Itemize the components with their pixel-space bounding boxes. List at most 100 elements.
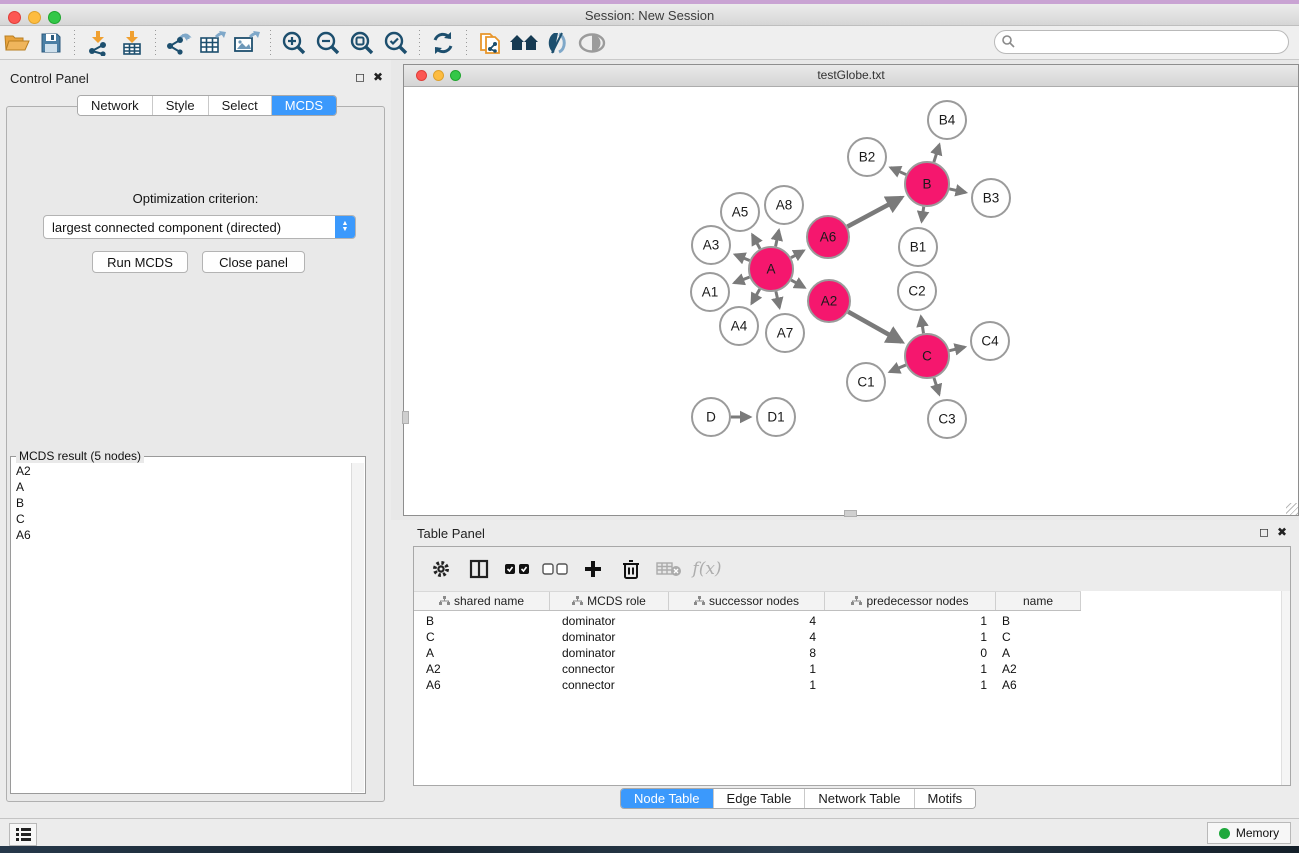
cell-name[interactable]: A6 (996, 677, 1081, 693)
cell-predecessor_nodes[interactable]: 1 (825, 661, 996, 677)
table-row[interactable]: A2connector11A2 (414, 661, 1081, 677)
edge-C-C4[interactable] (949, 347, 964, 351)
cell-shared_name[interactable]: A2 (414, 661, 550, 677)
cell-mcds_role[interactable]: dominator (550, 645, 669, 661)
mcds-result-item[interactable]: A6 (16, 527, 351, 543)
edge-B-B4[interactable] (934, 145, 939, 162)
mcds-list-scrollbar[interactable] (351, 463, 364, 792)
tab-mcds[interactable]: MCDS (272, 96, 336, 115)
cell-successor_nodes[interactable]: 1 (669, 661, 825, 677)
column-header-shared-name[interactable]: shared name (414, 592, 550, 610)
edge-A-A1[interactable] (734, 277, 749, 283)
save-session-icon[interactable] (34, 28, 68, 58)
style-preview-icon[interactable] (541, 28, 575, 58)
run-mcds-button[interactable]: Run MCDS (92, 251, 188, 273)
edge-B-B2[interactable] (891, 168, 906, 175)
task-history-button[interactable] (9, 823, 37, 846)
mcds-result-item[interactable]: A2 (16, 463, 351, 479)
table-row[interactable]: A6connector11A6 (414, 677, 1081, 693)
unselect-all-columns-icon[interactable] (538, 552, 572, 586)
zoom-fit-icon[interactable] (345, 28, 379, 58)
edge-A-A6[interactable] (791, 251, 804, 258)
export-image-icon[interactable] (230, 28, 264, 58)
resize-grip-icon[interactable] (1286, 503, 1298, 515)
tab-motifs[interactable]: Motifs (915, 789, 976, 808)
table-row[interactable]: Bdominator41B (414, 613, 1081, 629)
edge-C-C3[interactable] (934, 378, 939, 394)
table-scrollbar[interactable] (1281, 591, 1290, 785)
open-session-icon[interactable] (0, 28, 34, 58)
cell-shared_name[interactable]: A (414, 645, 550, 661)
tab-network[interactable]: Network (78, 96, 153, 115)
cell-name[interactable]: C (996, 629, 1081, 645)
cell-name[interactable]: A (996, 645, 1081, 661)
duplicate-network-icon[interactable] (473, 28, 507, 58)
close-panel-button[interactable]: Close panel (202, 251, 305, 273)
zoom-out-icon[interactable] (311, 28, 345, 58)
cell-shared_name[interactable]: B (414, 613, 550, 629)
cell-name[interactable]: A2 (996, 661, 1081, 677)
close-table-panel-icon[interactable]: ✖ (1277, 526, 1287, 538)
cell-mcds_role[interactable]: connector (550, 677, 669, 693)
column-header-predecessor-nodes[interactable]: predecessor nodes (825, 592, 996, 610)
table-row[interactable]: Cdominator41C (414, 629, 1081, 645)
float-panel-icon[interactable]: ◻ (355, 71, 365, 83)
tab-select[interactable]: Select (209, 96, 272, 115)
cell-predecessor_nodes[interactable]: 1 (825, 613, 996, 629)
tab-style[interactable]: Style (153, 96, 209, 115)
show-columns-icon[interactable] (462, 552, 496, 586)
edge-B-B1[interactable] (922, 207, 924, 221)
cell-shared_name[interactable]: C (414, 629, 550, 645)
zoom-in-icon[interactable] (277, 28, 311, 58)
bottom-scroll-handle[interactable] (844, 510, 857, 517)
delete-columns-icon[interactable] (614, 552, 648, 586)
cell-mcds_role[interactable]: dominator (550, 613, 669, 629)
import-table-icon[interactable] (115, 28, 149, 58)
home-view-icon[interactable] (507, 28, 541, 58)
edge-C-C1[interactable] (890, 365, 906, 372)
cell-successor_nodes[interactable]: 4 (669, 613, 825, 629)
edge-A-A8[interactable] (776, 230, 779, 246)
tab-network-table[interactable]: Network Table (805, 789, 914, 808)
edge-C-C2[interactable] (921, 317, 924, 334)
select-all-columns-icon[interactable] (500, 552, 534, 586)
float-table-panel-icon[interactable]: ◻ (1259, 526, 1269, 538)
tab-edge-table[interactable]: Edge Table (714, 789, 806, 808)
cell-mcds_role[interactable]: dominator (550, 629, 669, 645)
cell-successor_nodes[interactable]: 1 (669, 677, 825, 693)
cell-predecessor_nodes[interactable]: 1 (825, 629, 996, 645)
cell-successor_nodes[interactable]: 8 (669, 645, 825, 661)
memory-button[interactable]: Memory (1207, 822, 1291, 844)
edge-B-B3[interactable] (949, 189, 965, 193)
edge-A-A3[interactable] (735, 255, 750, 261)
table-row[interactable]: Adominator80A (414, 645, 1081, 661)
tab-node-table[interactable]: Node Table (621, 789, 714, 808)
export-network-icon[interactable] (162, 28, 196, 58)
search-input[interactable] (994, 30, 1289, 54)
edge-A-A5[interactable] (752, 235, 760, 249)
create-column-icon[interactable] (576, 552, 610, 586)
cell-mcds_role[interactable]: connector (550, 661, 669, 677)
column-header-successor-nodes[interactable]: successor nodes (669, 592, 825, 610)
column-header-MCDS-role[interactable]: MCDS role (550, 592, 669, 610)
cell-shared_name[interactable]: A6 (414, 677, 550, 693)
network-graph[interactable]: B4B2BB3A8A5A6A3B1AC2A1A2A4A7C4CC1DD1C3 (404, 87, 1298, 515)
table-options-icon[interactable] (424, 552, 458, 586)
edge-A6-B[interactable] (847, 198, 901, 227)
left-scroll-handle[interactable] (402, 411, 409, 424)
mcds-result-item[interactable]: C (16, 511, 351, 527)
column-header-name[interactable]: name (996, 592, 1081, 610)
refresh-layout-icon[interactable] (426, 28, 460, 58)
cell-name[interactable]: B (996, 613, 1081, 629)
cell-predecessor_nodes[interactable]: 0 (825, 645, 996, 661)
edge-A2-C[interactable] (848, 312, 902, 342)
mcds-result-item[interactable]: B (16, 495, 351, 511)
edge-A-A7[interactable] (776, 291, 780, 307)
show-hide-icon[interactable] (575, 28, 609, 58)
network-canvas[interactable]: B4B2BB3A8A5A6A3B1AC2A1A2A4A7C4CC1DD1C3 (404, 87, 1298, 515)
zoom-selected-icon[interactable] (379, 28, 413, 58)
import-network-icon[interactable] (81, 28, 115, 58)
criterion-dropdown[interactable]: largest connected component (directed) ▲… (43, 215, 356, 239)
cell-successor_nodes[interactable]: 4 (669, 629, 825, 645)
edge-A-A4[interactable] (752, 289, 760, 303)
